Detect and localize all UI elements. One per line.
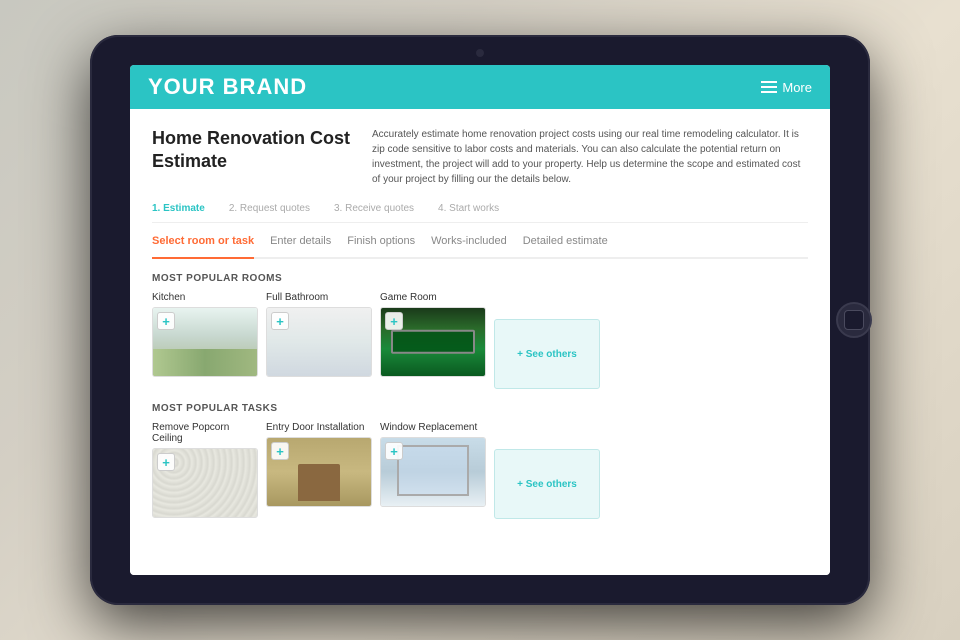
task-image-door[interactable]: + <box>266 437 372 507</box>
nav-more-label: More <box>782 80 812 95</box>
tab-detailed-estimate[interactable]: Detailed estimate <box>523 235 608 251</box>
tab-finish-options[interactable]: Finish options <box>347 235 415 251</box>
room-image-bathroom[interactable]: + <box>266 307 372 377</box>
room-card-kitchen[interactable]: Kitchen + <box>152 292 258 389</box>
ipad-home-button[interactable] <box>836 302 872 338</box>
tasks-see-others-spacer <box>494 422 600 433</box>
room-label-gameroom: Game Room <box>380 292 486 303</box>
add-door-button[interactable]: + <box>271 442 289 460</box>
task-image-popcorn[interactable]: + <box>152 448 258 518</box>
room-card-bathroom[interactable]: Full Bathroom + <box>266 292 372 389</box>
tab-enter-details[interactable]: Enter details <box>270 235 331 251</box>
progress-steps: 1. Estimate 2. Request quotes 3. Receive… <box>152 203 808 223</box>
room-image-kitchen[interactable]: + <box>152 307 258 377</box>
rooms-see-others-card[interactable]: + See others <box>494 292 600 389</box>
rooms-see-others-spacer <box>494 292 600 303</box>
step-1[interactable]: 1. Estimate <box>152 203 205 214</box>
rooms-see-others-button[interactable]: + See others <box>494 319 600 389</box>
tasks-see-others-card[interactable]: + See others <box>494 422 600 519</box>
tasks-see-others-button[interactable]: + See others <box>494 449 600 519</box>
room-card-gameroom[interactable]: Game Room + <box>380 292 486 389</box>
task-card-popcorn[interactable]: Remove Popcorn Ceiling + <box>152 422 258 519</box>
room-image-gameroom[interactable]: + <box>380 307 486 377</box>
task-label-door: Entry Door Installation <box>266 422 372 433</box>
room-label-kitchen: Kitchen <box>152 292 258 303</box>
task-label-window: Window Replacement <box>380 422 486 433</box>
page-description: Accurately estimate home renovation proj… <box>372 127 808 187</box>
ipad-device: YOUR BRAND More Home Renovation Cost Est… <box>90 35 870 605</box>
ipad-camera <box>476 49 484 57</box>
add-gameroom-button[interactable]: + <box>385 312 403 330</box>
add-bathroom-button[interactable]: + <box>271 312 289 330</box>
add-kitchen-button[interactable]: + <box>157 312 175 330</box>
rooms-see-others-label: + See others <box>517 349 577 360</box>
add-window-button[interactable]: + <box>385 442 403 460</box>
hamburger-icon <box>761 81 777 93</box>
step-3[interactable]: 3. Receive quotes <box>334 203 414 214</box>
rooms-grid: Kitchen + Full Bathroom + Game R <box>152 292 808 389</box>
task-card-window[interactable]: Window Replacement + <box>380 422 486 519</box>
room-label-bathroom: Full Bathroom <box>266 292 372 303</box>
tab-works-included[interactable]: Works-included <box>431 235 507 251</box>
tabs-bar: Select room or task Enter details Finish… <box>152 235 808 259</box>
app-header: YOUR BRAND More <box>130 65 830 109</box>
rooms-section-label: MOST POPULAR ROOMS <box>152 273 808 284</box>
add-popcorn-button[interactable]: + <box>157 453 175 471</box>
task-label-popcorn: Remove Popcorn Ceiling <box>152 422 258 444</box>
tasks-section-label: MOST POPULAR TASKS <box>152 403 808 414</box>
tab-select-room[interactable]: Select room or task <box>152 235 254 259</box>
home-button-inner <box>844 310 864 330</box>
title-section: Home Renovation Cost Estimate Accurately… <box>152 127 808 187</box>
tasks-grid: Remove Popcorn Ceiling + Entry Door Inst… <box>152 422 808 519</box>
task-image-window[interactable]: + <box>380 437 486 507</box>
ipad-screen: YOUR BRAND More Home Renovation Cost Est… <box>130 65 830 575</box>
page-title: Home Renovation Cost Estimate <box>152 127 352 187</box>
tasks-see-others-label: + See others <box>517 479 577 490</box>
step-4[interactable]: 4. Start works <box>438 203 499 214</box>
task-card-door[interactable]: Entry Door Installation + <box>266 422 372 519</box>
brand-name: YOUR BRAND <box>148 74 307 100</box>
app-content: Home Renovation Cost Estimate Accurately… <box>130 109 830 575</box>
nav-more-button[interactable]: More <box>761 80 812 95</box>
step-2[interactable]: 2. Request quotes <box>229 203 310 214</box>
